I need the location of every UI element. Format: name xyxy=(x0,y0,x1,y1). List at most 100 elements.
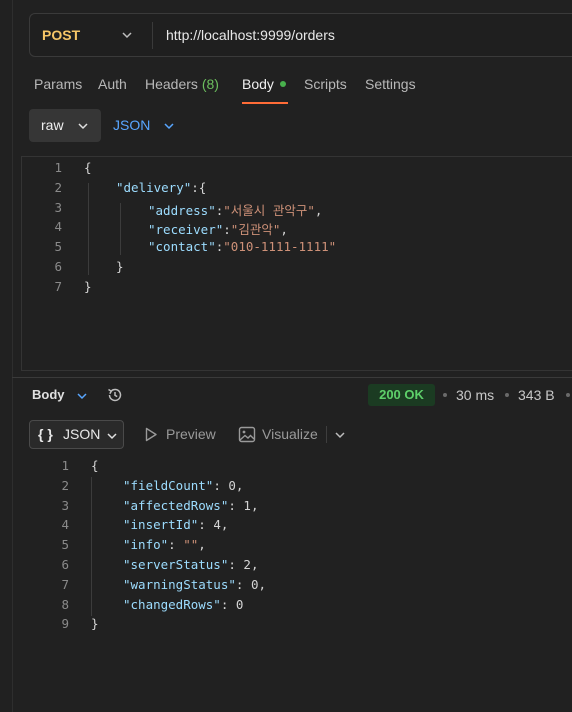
json-key: "address" xyxy=(148,202,216,218)
json-key: "insertId" xyxy=(123,517,199,533)
json-punctuation: : xyxy=(228,557,244,572)
json-punctuation: } xyxy=(116,259,124,274)
chevron-down-icon[interactable] xyxy=(75,389,89,403)
json-punctuation: , xyxy=(220,517,229,533)
tab-params[interactable]: Params xyxy=(34,76,82,92)
json-punctuation: } xyxy=(84,278,92,294)
code-line: "changedRows": 0 xyxy=(123,597,243,612)
json-punctuation: { xyxy=(84,160,92,175)
json-punctuation: { xyxy=(91,458,99,473)
active-tab-indicator xyxy=(242,102,288,104)
separator-dot xyxy=(566,393,570,397)
code-line: "receiver":"김관악", xyxy=(148,219,288,238)
tab-auth[interactable]: Auth xyxy=(98,76,127,92)
response-size[interactable]: 343 B xyxy=(518,384,555,406)
tab-body-label: Body xyxy=(242,76,274,92)
code-line: "warningStatus": 0, xyxy=(123,577,266,592)
image-icon[interactable] xyxy=(238,426,256,443)
json-number: 2 xyxy=(243,557,251,572)
preview-button[interactable]: Preview xyxy=(166,420,216,449)
json-punctuation: : xyxy=(228,497,244,513)
chevron-down-icon[interactable] xyxy=(333,428,347,442)
code-line: "address":"서울시 관악구", xyxy=(148,200,322,219)
code-line: } xyxy=(84,279,92,294)
line-number: 2 xyxy=(61,477,69,493)
pane-divider[interactable] xyxy=(12,377,572,378)
json-punctuation: } xyxy=(91,616,99,632)
json-string: "" xyxy=(183,537,199,553)
json-punctuation: , xyxy=(250,497,259,513)
tab-scripts[interactable]: Scripts xyxy=(304,76,347,92)
body-mode-select[interactable]: raw xyxy=(29,109,101,142)
line-number: 3 xyxy=(54,199,62,215)
json-number: 4 xyxy=(213,517,221,533)
line-number: 6 xyxy=(54,259,62,274)
json-punctuation: : xyxy=(220,596,236,612)
tab-body[interactable]: Body xyxy=(242,76,286,92)
json-number: 0 xyxy=(228,477,236,493)
json-key: "serverStatus" xyxy=(123,557,229,572)
chevron-down-icon[interactable] xyxy=(162,119,176,133)
code-line: } xyxy=(116,259,124,274)
json-string: "010-1111-1111" xyxy=(223,239,337,255)
json-punctuation: : xyxy=(223,222,231,238)
json-punctuation: , xyxy=(235,477,244,493)
code-line: "fieldCount": 0, xyxy=(123,478,243,493)
json-key: "affectedRows" xyxy=(123,497,229,513)
history-icon[interactable] xyxy=(106,386,124,404)
headers-count-badge: (8) xyxy=(201,76,219,92)
panel-left-border xyxy=(12,0,13,712)
json-punctuation: : xyxy=(198,517,214,533)
visualize-button[interactable]: Visualize xyxy=(262,420,318,449)
chevron-down-icon xyxy=(78,123,88,130)
json-key: "delivery" xyxy=(116,179,192,195)
braces-icon: { } xyxy=(38,426,53,442)
line-number: 8 xyxy=(61,596,69,612)
play-icon[interactable] xyxy=(144,427,158,442)
response-time[interactable]: 30 ms xyxy=(456,384,494,406)
json-key: "changedRows" xyxy=(123,596,221,612)
method-select[interactable]: POST xyxy=(42,14,80,56)
json-number: 0 xyxy=(235,596,244,612)
line-number: 7 xyxy=(61,576,69,592)
body-format-select[interactable]: JSON xyxy=(113,109,150,142)
line-number: 1 xyxy=(61,458,69,473)
json-string: "김관악" xyxy=(230,222,281,238)
url-input[interactable]: http://localhost:9999/orders xyxy=(166,14,335,56)
request-url-bar: POST http://localhost:9999/orders xyxy=(29,13,572,57)
json-punctuation: , xyxy=(258,576,267,592)
code-line: "delivery":{ xyxy=(116,180,206,195)
json-punctuation: , xyxy=(314,202,323,218)
line-number: 3 xyxy=(61,497,69,513)
body-mode-label: raw xyxy=(41,117,64,133)
response-format-select[interactable]: { } JSON xyxy=(29,420,124,449)
json-key: "warningStatus" xyxy=(123,576,236,592)
line-number: 6 xyxy=(61,557,69,572)
indent-guide xyxy=(120,203,121,255)
line-number: 4 xyxy=(54,219,62,235)
code-line: "insertId": 4, xyxy=(123,517,228,532)
chevron-down-icon[interactable] xyxy=(120,28,134,42)
body-modified-dot xyxy=(279,81,286,88)
json-number: 0 xyxy=(250,576,259,592)
tab-headers[interactable]: Headers (8) xyxy=(145,76,219,92)
json-key: "fieldCount" xyxy=(123,477,214,493)
tab-settings[interactable]: Settings xyxy=(365,76,416,92)
response-format-label: JSON xyxy=(63,426,101,442)
json-punctuation: , xyxy=(280,222,288,238)
chevron-down-icon xyxy=(107,433,117,440)
code-line: "affectedRows": 1, xyxy=(123,498,258,513)
request-body-editor[interactable]: 1 2 3 4 5 6 7{"delivery":{"address":"서울시 관악구",… xyxy=(21,156,572,371)
line-number: 1 xyxy=(54,160,62,175)
json-punctuation: : xyxy=(168,537,184,553)
json-key: "receiver" xyxy=(148,222,224,238)
code-line: "serverStatus": 2, xyxy=(123,557,258,572)
json-punctuation: :{ xyxy=(191,179,207,195)
json-punctuation: , xyxy=(250,557,259,572)
json-key: "info" xyxy=(123,537,169,553)
code-line: "info": "", xyxy=(123,537,206,552)
response-body-label[interactable]: Body xyxy=(32,385,65,405)
status-badge[interactable]: 200 OK xyxy=(368,384,435,406)
code-line: { xyxy=(91,458,99,473)
json-number: 1 xyxy=(243,497,251,513)
